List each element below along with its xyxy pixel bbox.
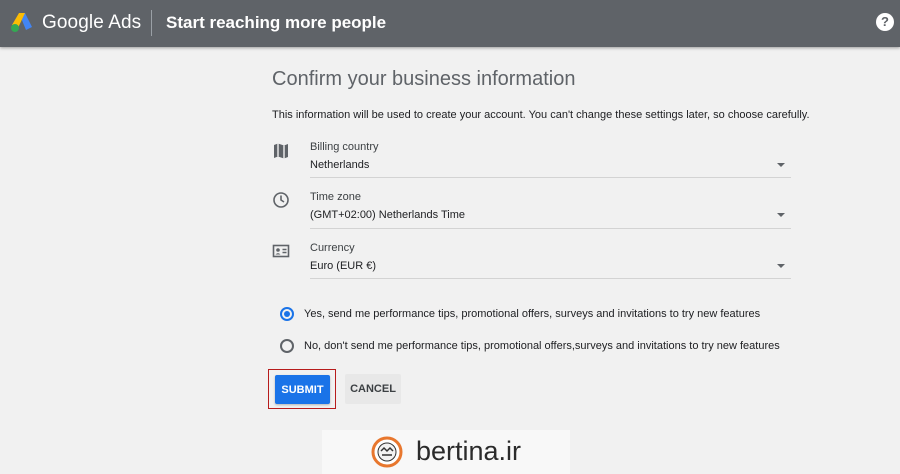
time-zone-select[interactable]: (GMT+02:00) Netherlands Time: [310, 209, 465, 221]
currency-select[interactable]: Euro (EUR €): [310, 260, 376, 272]
opt-in-yes-label[interactable]: Yes, send me performance tips, promotion…: [304, 308, 760, 320]
watermark-text: bertina.ir: [416, 436, 522, 466]
section-heading: Confirm your business information: [272, 68, 576, 90]
field-underline: [310, 228, 791, 229]
page-title: Start reaching more people: [166, 13, 387, 32]
google-ads-logo-icon: [11, 13, 32, 32]
currency-icon: [272, 244, 290, 258]
chevron-down-icon[interactable]: [777, 264, 785, 268]
chevron-down-icon[interactable]: [777, 163, 785, 167]
bertina-logo-icon: [371, 436, 403, 468]
map-icon: [274, 143, 288, 159]
opt-in-yes-radio[interactable]: [280, 307, 294, 321]
section-description: This information will be used to create …: [272, 109, 810, 121]
time-zone-label: Time zone: [310, 191, 361, 203]
field-underline: [310, 177, 791, 178]
field-underline: [310, 278, 791, 279]
currency-label: Currency: [310, 242, 355, 254]
help-icon[interactable]: ?: [876, 13, 894, 31]
opt-in-no-radio[interactable]: [280, 339, 294, 353]
clock-icon: [273, 192, 289, 208]
cancel-button[interactable]: CANCEL: [345, 374, 401, 404]
billing-country-label: Billing country: [310, 141, 379, 153]
chevron-down-icon[interactable]: [777, 213, 785, 217]
submit-button[interactable]: SUBMIT: [275, 375, 330, 404]
brand-name: Google Ads: [42, 12, 142, 33]
top-app-bar: Google Ads Start reaching more people ?: [0, 0, 900, 47]
billing-country-select[interactable]: Netherlands: [310, 159, 369, 171]
opt-in-no-label[interactable]: No, don't send me performance tips, prom…: [304, 340, 780, 352]
header-divider: [151, 10, 152, 36]
